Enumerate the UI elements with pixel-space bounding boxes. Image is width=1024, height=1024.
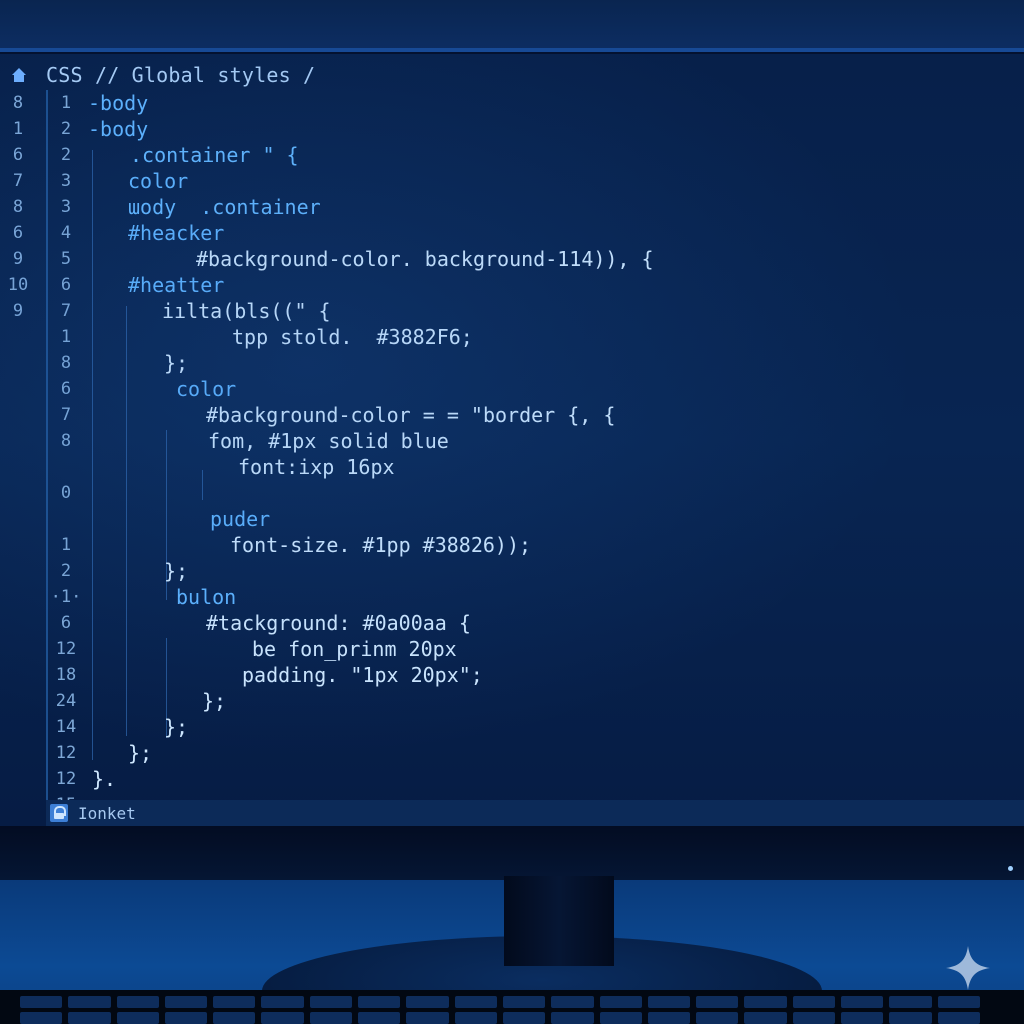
code-line: color	[176, 377, 237, 401]
home-icon[interactable]	[12, 68, 26, 82]
code-editor[interactable]: -body -body .container " { color ɯody .c…	[0, 90, 1024, 810]
status-label: Ionket	[78, 803, 136, 823]
code-line: be fon_prinm 20px	[252, 637, 457, 661]
code-line: #heacker	[128, 221, 225, 245]
editor-tab-title[interactable]: CSS // Global styles /	[46, 63, 315, 87]
lock-icon[interactable]	[50, 804, 68, 822]
monitor-bottom-bezel	[0, 826, 1024, 880]
code-line: };	[164, 559, 189, 583]
sparkle-icon	[946, 946, 990, 990]
code-line: };	[202, 689, 227, 713]
code-line: padding. "1px 20px";	[242, 663, 483, 687]
editor-tab-bar: CSS // Global styles /	[0, 62, 1024, 88]
code-line: font-size. #1pp #38826));	[230, 533, 532, 557]
background-wall	[0, 0, 1024, 50]
photo-scene: CSS // Global styles / 8 1 6 7 8 6 9 10 …	[0, 0, 1024, 1024]
code-line: tpp stold. #3882F6;	[232, 325, 473, 349]
code-line: bulon	[176, 585, 237, 609]
keyboard-keys	[20, 996, 980, 1008]
power-indicator-icon	[1008, 866, 1013, 871]
code-line: #background-color. background-114)), {	[196, 247, 654, 271]
monitor-screen: CSS // Global styles / 8 1 6 7 8 6 9 10 …	[0, 54, 1024, 826]
code-line: #tackground: #0a00aa {	[206, 611, 471, 635]
code-line: -body	[88, 117, 149, 141]
code-line: }.	[92, 767, 117, 791]
code-line: #heatter	[128, 273, 225, 297]
code-line: -body	[88, 91, 149, 115]
editor-status-bar: Ionket	[46, 800, 1024, 826]
code-line: };	[164, 351, 189, 375]
code-line: };	[164, 715, 189, 739]
monitor-stand-neck	[504, 876, 614, 966]
code-line: };	[128, 741, 153, 765]
keyboard-keys	[20, 1012, 980, 1024]
code-line: ɯody .container	[128, 195, 321, 219]
code-line: font:ixp 16px	[238, 455, 395, 479]
code-line: fom, #1px solid blue	[208, 429, 449, 453]
code-line: .container " {	[130, 143, 299, 167]
code-line: #background-color = = "border {, {	[206, 403, 616, 427]
code-line: iıltа(bls((" {	[162, 299, 331, 323]
code-line: color	[128, 169, 189, 193]
code-line: puder	[210, 507, 271, 531]
